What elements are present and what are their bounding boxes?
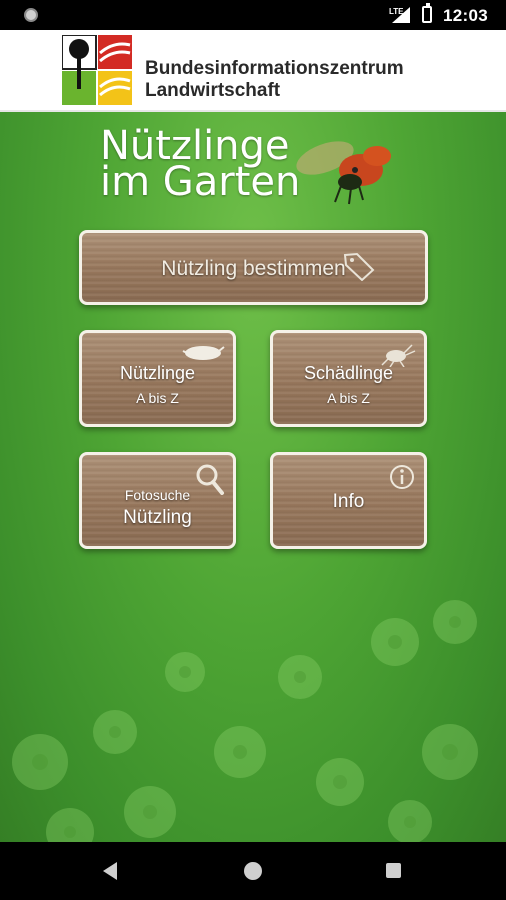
back-icon[interactable] xyxy=(103,862,117,880)
main-screen: Nützlinge im Garten Nützling bestimmen N… xyxy=(0,112,506,842)
ladybug-icon xyxy=(296,141,391,205)
info-icon xyxy=(390,465,414,489)
photo-search-button[interactable]: Fotosuche Nützling xyxy=(79,452,236,549)
status-time: 12:03 xyxy=(443,6,488,25)
app-title-line-2: im Garten xyxy=(100,159,301,205)
beneficials-az-button[interactable]: Nützlinge A bis Z xyxy=(79,330,236,427)
app-header: Bundesinformationszentrum Landwirtschaft xyxy=(0,30,506,112)
signal-icon xyxy=(392,7,410,23)
info-label: Info xyxy=(332,491,365,512)
org-line-1: Bundesinformationszentrum xyxy=(145,58,404,79)
pests-sub-label: A bis Z xyxy=(327,390,370,406)
status-bar: LTE 12:03 xyxy=(0,0,506,30)
photo-search-label: Fotosuche xyxy=(124,487,191,503)
android-nav-bar xyxy=(0,842,506,900)
home-icon[interactable] xyxy=(244,862,262,880)
pests-label: Schädlinge xyxy=(303,363,394,383)
pests-az-button[interactable]: Schädlinge A bis Z xyxy=(270,330,427,427)
larva-icon xyxy=(182,346,225,360)
daisy-meadow-background xyxy=(12,600,478,842)
beneficials-sub-label: A bis Z xyxy=(136,390,179,406)
notification-icon xyxy=(24,8,38,22)
recent-apps-icon[interactable] xyxy=(386,863,401,878)
info-button[interactable]: Info xyxy=(270,452,427,549)
photo-search-sub-label: Nützling xyxy=(123,507,192,528)
ble-logo-icon xyxy=(62,35,132,105)
org-line-2: Landwirtschaft xyxy=(145,80,281,101)
organization-name: Bundesinformationszentrum Landwirtschaft xyxy=(145,58,404,102)
app-title: Nützlinge im Garten xyxy=(100,126,301,205)
identify-beneficial-button[interactable]: Nützling bestimmen xyxy=(79,230,428,305)
battery-icon xyxy=(422,3,432,23)
tag-icon xyxy=(343,252,375,281)
beneficials-label: Nützlinge xyxy=(119,363,196,383)
